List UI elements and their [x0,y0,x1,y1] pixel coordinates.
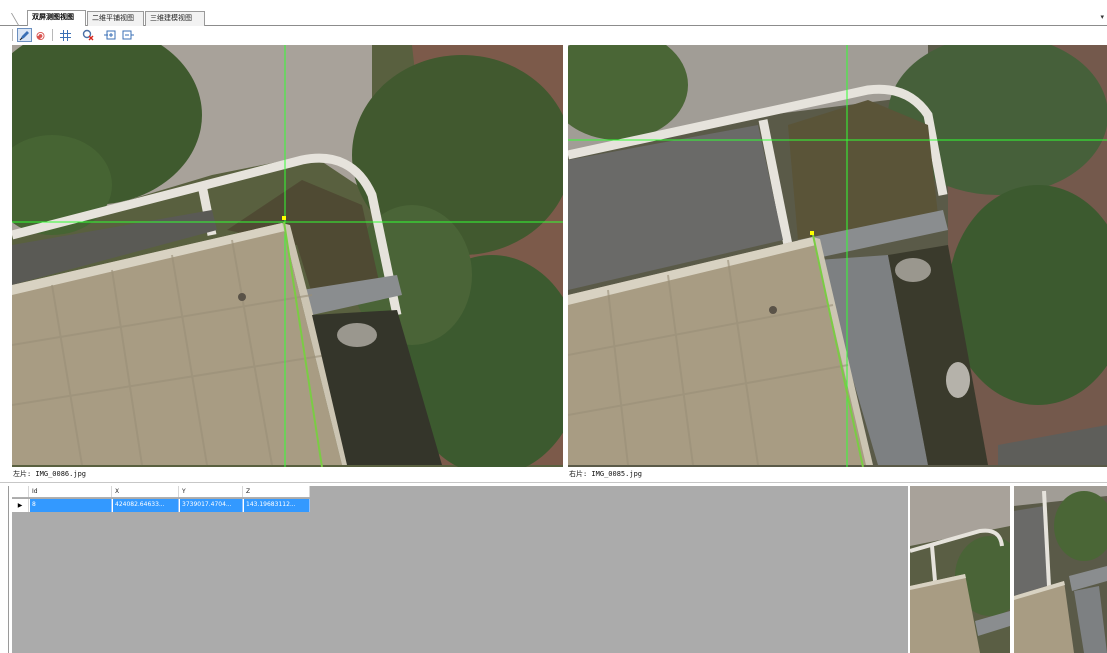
right-thumbnail-image [1014,486,1107,653]
right-image-view[interactable] [568,45,1107,467]
grid-header-z[interactable]: Z [244,486,310,497]
grid-header-y[interactable]: Y [180,486,243,497]
view-tab-bar: 双屏测图视图 二维平铺视图 三维建模视图 ▾ [0,8,1107,27]
delete-point-icon [82,29,93,41]
left-thumbnail-image [910,486,1010,653]
zoom-in-icon [103,30,115,40]
grid-cell-z[interactable]: 143.19683112... [244,499,310,512]
zoom-out-button[interactable] [120,28,135,42]
left-image-view[interactable] [12,45,563,467]
toolbar [0,26,1107,44]
left-image-caption: 左片: IMG_0086.jpg [13,470,87,478]
tab-2d-tile-view[interactable]: 二维平铺视图 [87,11,144,26]
zoom-out-icon [122,30,134,40]
tab-dropdown-icon[interactable]: ▾ [1100,13,1104,21]
undo-button[interactable] [33,28,48,42]
undo-icon [36,31,45,40]
tab-3d-model-view[interactable]: 三维建模视图 [145,11,205,26]
right-thumbnail[interactable] [1014,486,1107,653]
grid-header-x[interactable]: X [113,486,179,497]
tab-dual-screen-view[interactable]: 双屏测图视图 [27,10,86,27]
grid-icon [60,29,71,41]
pen-icon [19,30,29,40]
panel-divider [0,482,1107,483]
grid-toggle-button[interactable] [58,28,73,42]
point-data-grid[interactable]: Id X Y Z ▶ 8 424082.64633... 3739017.470… [12,486,908,653]
grid-header-id[interactable]: Id [30,486,112,497]
grid-cell-id[interactable]: 8 [30,499,112,512]
toolbar-separator [12,29,13,41]
grid-cell-y[interactable]: 3739017.4704... [180,499,243,512]
zoom-in-button[interactable] [102,28,117,42]
grid-cell-x[interactable]: 424082.64633... [113,499,179,512]
toolbar-separator [52,29,53,41]
delete-point-button[interactable] [80,28,95,42]
left-thumbnail[interactable] [910,486,1010,653]
pen-tool-button[interactable] [17,28,32,42]
table-row[interactable]: ▶ 8 424082.64633... 3739017.4704... 143.… [12,499,310,512]
grid-header-indicator [12,486,29,497]
right-image-caption: 右片: IMG_0085.jpg [569,470,643,478]
row-indicator-icon: ▶ [12,499,29,512]
left-aerial-image [12,45,563,467]
right-aerial-image [568,45,1107,467]
grid-header-row: Id X Y Z [12,486,310,498]
